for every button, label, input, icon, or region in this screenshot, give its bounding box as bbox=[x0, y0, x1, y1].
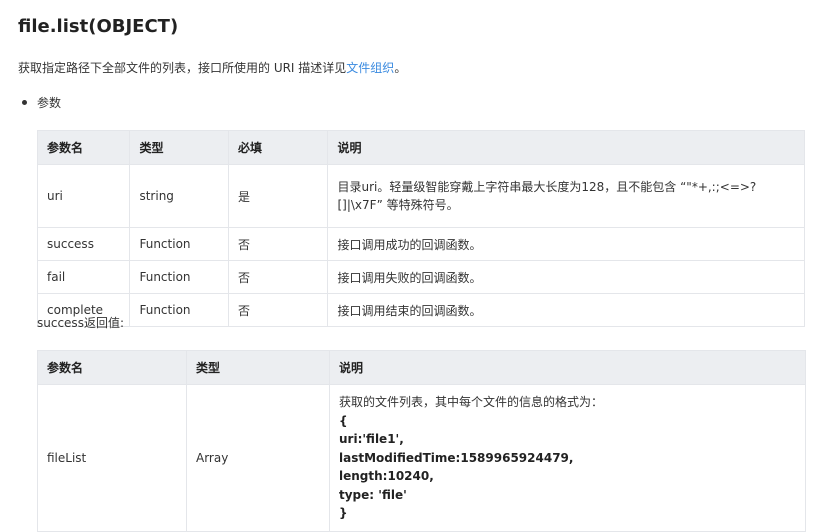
table-row: success Function 否 接口调用成功的回调函数。 bbox=[36, 227, 805, 261]
bullet-dot-icon bbox=[22, 100, 27, 105]
param-required-cell: 否 bbox=[227, 227, 329, 261]
success-return-label: success返回值: bbox=[37, 316, 124, 330]
return-type-cell: Array bbox=[186, 384, 330, 532]
code-line: } bbox=[339, 506, 348, 520]
file-organization-link[interactable]: 文件组织 bbox=[346, 61, 394, 75]
doc-page: file.list(OBJECT) 获取指定路径下全部文件的列表，接口所使用的 … bbox=[0, 0, 837, 532]
return-desc-cell: 获取的文件列表，其中每个文件的信息的格式为： { uri:'file1', la… bbox=[329, 384, 806, 532]
params-bullet-label: 参数 bbox=[37, 96, 62, 110]
table-row: complete Function 否 接口调用结束的回调函数。 bbox=[36, 293, 805, 327]
param-desc-line: []|\x7F” 等特殊符号。 bbox=[337, 198, 459, 212]
table-row: fail Function 否 接口调用失败的回调函数。 bbox=[36, 260, 805, 294]
return-table-header: 参数名 类型 说明 bbox=[37, 350, 806, 385]
return-name-cell: fileList bbox=[37, 384, 187, 532]
param-name-cell: success bbox=[36, 227, 131, 261]
intro-suffix: 。 bbox=[394, 61, 407, 75]
header-param-name: 参数名 bbox=[36, 130, 131, 165]
return-table: 参数名 类型 说明 fileList Array 获取的文件列表，其中每个文件的… bbox=[37, 350, 806, 532]
header-description: 说明 bbox=[327, 130, 805, 165]
param-type-cell: Function bbox=[129, 260, 229, 294]
params-bullet: 参数 bbox=[22, 94, 61, 112]
intro-paragraph: 获取指定路径下全部文件的列表，接口所使用的 URI 描述详见文件组织。 bbox=[18, 59, 406, 77]
param-required-cell: 否 bbox=[227, 293, 329, 327]
page-title: file.list(OBJECT) bbox=[18, 16, 179, 37]
code-line: length:10240, bbox=[339, 469, 434, 483]
header-param-name: 参数名 bbox=[37, 350, 187, 385]
param-required-cell: 否 bbox=[227, 260, 329, 294]
param-name-cell: uri bbox=[36, 164, 131, 228]
code-line: { bbox=[339, 413, 348, 428]
param-desc-line: 目录uri。轻量级智能穿戴上字符串最大长度为128，且不能包含 “"*+,:;<… bbox=[337, 180, 757, 194]
table-row: fileList Array 获取的文件列表，其中每个文件的信息的格式为： { … bbox=[37, 384, 806, 532]
param-desc-cell: 接口调用成功的回调函数。 bbox=[327, 227, 805, 261]
param-type-cell: string bbox=[129, 164, 229, 228]
code-line: uri:'file1', bbox=[339, 432, 404, 446]
params-table-header: 参数名 类型 必填 说明 bbox=[36, 130, 805, 165]
param-required-cell: 是 bbox=[227, 164, 329, 228]
table-row: uri string 是 目录uri。轻量级智能穿戴上字符串最大长度为128，且… bbox=[36, 164, 805, 228]
header-required: 必填 bbox=[227, 130, 329, 165]
param-type-cell: Function bbox=[129, 227, 229, 261]
param-desc-cell: 接口调用结束的回调函数。 bbox=[327, 293, 805, 327]
intro-text: 获取指定路径下全部文件的列表，接口所使用的 URI 描述详见 bbox=[18, 61, 347, 75]
return-desc-intro: 获取的文件列表，其中每个文件的信息的格式为： bbox=[339, 395, 604, 409]
header-description: 说明 bbox=[329, 350, 806, 385]
header-type: 类型 bbox=[129, 130, 229, 165]
params-table: 参数名 类型 必填 说明 uri string 是 目录uri。轻量级智能穿戴上… bbox=[36, 130, 805, 327]
param-desc-cell: 接口调用失败的回调函数。 bbox=[327, 260, 805, 294]
param-name-cell: fail bbox=[36, 260, 131, 294]
header-type: 类型 bbox=[186, 350, 330, 385]
param-desc-cell: 目录uri。轻量级智能穿戴上字符串最大长度为128，且不能包含 “"*+,:;<… bbox=[327, 164, 805, 228]
code-line: type: 'file' bbox=[339, 487, 407, 502]
param-type-cell: Function bbox=[129, 293, 229, 327]
code-line: lastModifiedTime:1589965924479, bbox=[339, 450, 574, 465]
